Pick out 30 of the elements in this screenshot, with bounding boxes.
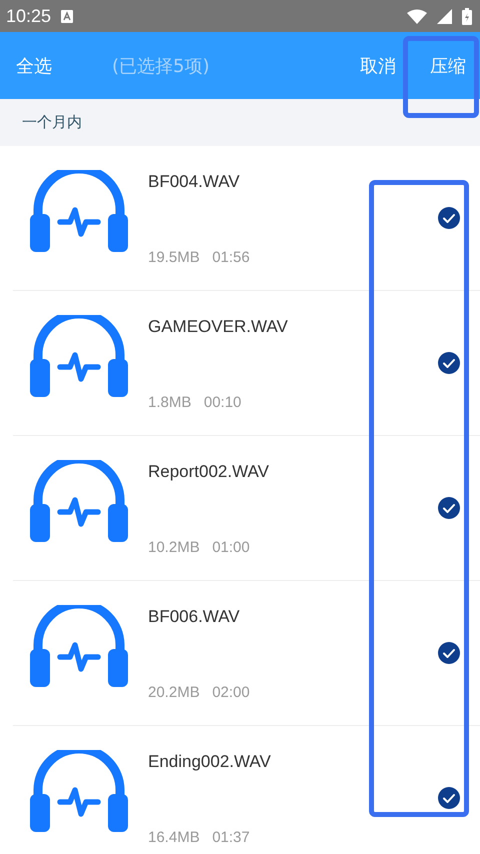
checked-icon[interactable] xyxy=(438,497,460,519)
notification-icon xyxy=(61,10,74,22)
file-name: Ending002.WAV xyxy=(148,752,272,772)
wifi-icon xyxy=(407,8,427,24)
section-title: 一个月内 xyxy=(22,113,82,132)
cancel-button[interactable]: 取消 xyxy=(360,54,396,78)
file-name: GAMEOVER.WAV xyxy=(148,317,289,337)
file-name: Report002.WAV xyxy=(148,462,270,482)
selection-count: (已选择5项) xyxy=(112,54,210,78)
battery-icon xyxy=(462,8,472,24)
select-all-button[interactable]: 全选 xyxy=(16,54,52,78)
file-meta: 19.5MB 01:56 xyxy=(148,249,251,266)
checked-icon[interactable] xyxy=(438,642,460,664)
checked-icon[interactable] xyxy=(438,352,460,374)
file-meta: 16.4MB 01:37 xyxy=(148,829,251,846)
file-meta: 20.2MB 02:00 xyxy=(148,684,251,701)
headphones-icon xyxy=(30,750,128,832)
file-meta: 10.2MB 01:00 xyxy=(148,539,251,556)
checked-icon[interactable] xyxy=(438,207,460,229)
signal-icon xyxy=(437,8,452,24)
file-name: BF006.WAV xyxy=(148,607,241,627)
headphones-icon xyxy=(30,315,128,397)
file-meta: 1.8MB 00:10 xyxy=(148,394,242,411)
checked-icon[interactable] xyxy=(438,787,460,809)
headphones-icon xyxy=(30,605,128,687)
status-time: 10:25 xyxy=(6,6,52,26)
compress-button[interactable]: 压缩 xyxy=(430,54,466,78)
headphones-icon xyxy=(30,170,128,252)
file-name: BF004.WAV xyxy=(148,172,241,192)
headphones-icon xyxy=(30,460,128,542)
